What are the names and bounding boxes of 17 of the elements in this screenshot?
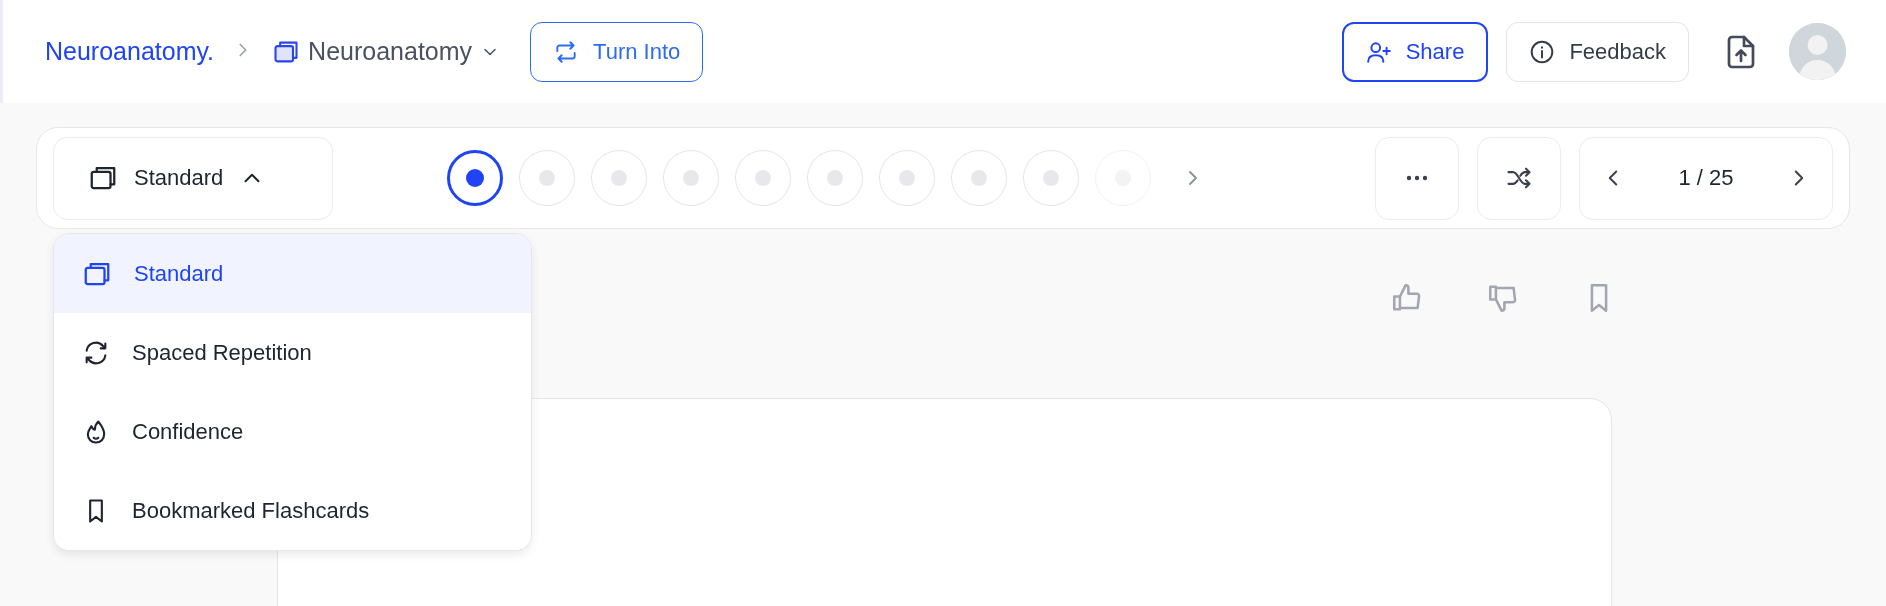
breadcrumb-link[interactable]: Neuroanatomy.	[45, 37, 215, 66]
avatar[interactable]	[1789, 23, 1846, 80]
menu-item[interactable]: Spaced Repetition	[54, 313, 531, 392]
menu-item[interactable]: Confidence	[54, 392, 531, 471]
turn-into-button[interactable]: Turn Into	[530, 21, 704, 82]
card-counter: 1 / 25	[1678, 165, 1734, 191]
menu-item[interactable]: Bookmarked Flashcards	[54, 471, 531, 550]
share-button[interactable]: Share	[1341, 21, 1489, 82]
shuffle-button[interactable]	[1477, 136, 1561, 220]
menu-item[interactable]: Standard	[54, 234, 531, 313]
info-icon	[1529, 38, 1556, 65]
progress-step[interactable]	[447, 150, 503, 206]
more-button[interactable]	[1375, 136, 1459, 220]
deck-dropdown[interactable]: Neuroanatomy	[272, 37, 501, 66]
more-icon	[1406, 175, 1428, 181]
feedback-button[interactable]: Feedback	[1506, 21, 1689, 82]
mode-dropdown[interactable]: Standard	[53, 136, 333, 220]
